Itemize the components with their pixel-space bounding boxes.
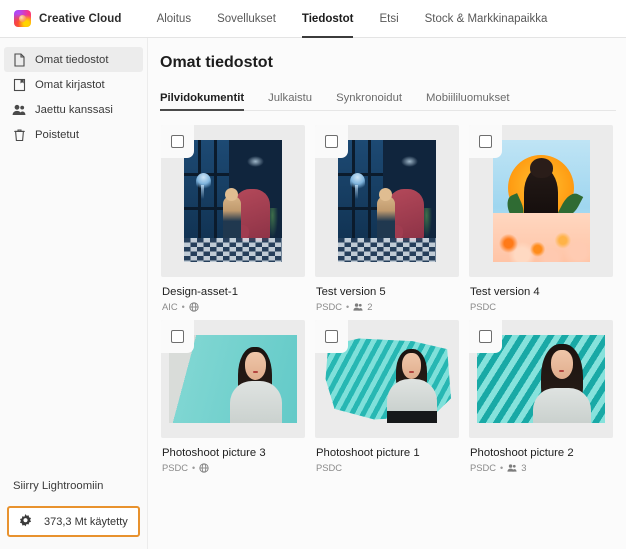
main-content: Omat tiedostot Pilvidokumentit Julkaistu… <box>148 38 626 549</box>
file-thumbnail[interactable] <box>469 125 613 277</box>
people-icon <box>353 302 363 312</box>
checkbox-box <box>325 330 338 343</box>
share-count: 3 <box>521 462 527 473</box>
tab-pilvidokumentit[interactable]: Pilvidokumentit <box>160 92 256 111</box>
meta-separator: • <box>346 301 350 312</box>
sidebar-item-deleted[interactable]: Poistetut <box>4 122 143 147</box>
globe-icon <box>189 301 199 312</box>
file-format: PSDC <box>162 462 189 473</box>
meta-separator: • <box>500 462 504 473</box>
brand-name: Creative Cloud <box>39 12 122 25</box>
file-meta: PSDC <box>470 301 613 312</box>
file-format: PSDC <box>316 462 343 473</box>
checkbox-box <box>479 330 492 343</box>
file-select-checkbox[interactable] <box>315 320 348 353</box>
nav-link-etsi[interactable]: Etsi <box>366 0 411 37</box>
sidebar-item-label: Jaettu kanssasi <box>35 103 113 116</box>
file-thumbnail[interactable] <box>315 320 459 438</box>
checkbox-box <box>479 135 492 148</box>
sidebar-item-label: Omat tiedostot <box>35 53 109 66</box>
nav-link-sovellukset[interactable]: Sovellukset <box>204 0 289 37</box>
file-card[interactable]: Test version 4 PSDC <box>469 125 613 312</box>
file-format: PSDC <box>470 462 497 473</box>
globe-icon <box>199 462 209 473</box>
file-format: PSDC <box>316 301 343 312</box>
file-grid: Design-asset-1 AIC • Test version 5 PSDC… <box>160 125 616 473</box>
library-icon <box>12 78 26 92</box>
file-thumbnail[interactable] <box>315 125 459 277</box>
file-card[interactable]: Design-asset-1 AIC • <box>161 125 305 312</box>
file-name: Test version 5 <box>316 286 386 298</box>
tab-julkaistu[interactable]: Julkaistu <box>268 92 324 110</box>
go-to-lightroom-link[interactable]: Siirry Lightroomiin <box>0 480 147 492</box>
file-select-checkbox[interactable] <box>315 125 348 158</box>
sidebar: Omat tiedostot Omat kirjastot Jaettu kan… <box>0 38 148 549</box>
creative-cloud-window: Creative Cloud Aloitus Sovellukset Tiedo… <box>0 0 626 549</box>
file-card[interactable]: Test version 5 PSDC • 2 <box>315 125 459 312</box>
document-icon <box>12 52 26 67</box>
nav-link-tiedostot[interactable]: Tiedostot <box>289 0 367 38</box>
file-format: AIC <box>162 301 178 312</box>
artwork-dark-room <box>338 140 436 262</box>
sidebar-item-my-libraries[interactable]: Omat kirjastot <box>4 72 143 97</box>
file-card[interactable]: Photoshoot picture 1 PSDC <box>315 320 459 473</box>
sidebar-item-shared-with-you[interactable]: Jaettu kanssasi <box>4 97 143 122</box>
file-name: Photoshoot picture 2 <box>470 447 574 459</box>
file-meta: PSDC • 3 <box>470 462 613 473</box>
gear-icon <box>18 514 33 529</box>
file-thumbnail[interactable] <box>161 320 305 438</box>
file-name: Photoshoot picture 3 <box>162 447 266 459</box>
tab-synkronoidut[interactable]: Synkronoidut <box>336 92 414 110</box>
nav-link-stock-marketplace[interactable]: Stock & Markkinapaikka <box>412 0 561 37</box>
sidebar-item-label: Omat kirjastot <box>35 78 105 91</box>
creative-cloud-logo-icon <box>14 10 31 27</box>
sidebar-item-label: Poistetut <box>35 128 79 141</box>
artwork-sun-bust <box>492 140 590 262</box>
file-meta: PSDC <box>316 462 459 473</box>
brand[interactable]: Creative Cloud <box>14 10 122 27</box>
file-select-checkbox[interactable] <box>161 320 194 353</box>
file-thumbnail[interactable] <box>469 320 613 438</box>
primary-nav-links: Aloitus Sovellukset Tiedostot Etsi Stock… <box>144 0 561 38</box>
tab-mobiililuomukset[interactable]: Mobiililuomukset <box>426 92 522 110</box>
file-select-checkbox[interactable] <box>161 125 194 158</box>
file-name: Design-asset-1 <box>162 286 238 298</box>
file-card[interactable]: Photoshoot picture 2 PSDC • 3 <box>469 320 613 473</box>
file-card[interactable]: Photoshoot picture 3 PSDC • <box>161 320 305 473</box>
people-icon <box>507 463 517 473</box>
file-name: Photoshoot picture 1 <box>316 447 420 459</box>
sidebar-item-my-files[interactable]: Omat tiedostot <box>4 47 143 72</box>
file-format: PSDC <box>470 301 497 312</box>
file-name: Test version 4 <box>470 286 540 298</box>
body-area: Omat tiedostot Omat kirjastot Jaettu kan… <box>0 38 626 549</box>
file-select-checkbox[interactable] <box>469 125 502 158</box>
content-tabs: Pilvidokumentit Julkaistu Synkronoidut M… <box>160 92 616 111</box>
storage-usage-label: 373,3 Mt käytetty <box>44 515 128 528</box>
file-meta: AIC • <box>162 301 305 312</box>
file-select-checkbox[interactable] <box>469 320 502 353</box>
file-meta: PSDC • <box>162 462 305 473</box>
storage-usage-button[interactable]: 373,3 Mt käytetty <box>7 506 140 537</box>
top-navigation-bar: Creative Cloud Aloitus Sovellukset Tiedo… <box>0 0 626 38</box>
file-meta: PSDC • 2 <box>316 301 459 312</box>
people-icon <box>12 103 26 117</box>
meta-separator: • <box>192 462 196 473</box>
checkbox-box <box>325 135 338 148</box>
meta-separator: • <box>181 301 185 312</box>
file-thumbnail[interactable] <box>161 125 305 277</box>
nav-link-aloitus[interactable]: Aloitus <box>144 0 205 37</box>
artwork-dark-room <box>184 140 282 262</box>
checkbox-box <box>171 135 184 148</box>
share-count: 2 <box>367 301 373 312</box>
trash-icon <box>12 128 26 142</box>
checkbox-box <box>171 330 184 343</box>
page-title: Omat tiedostot <box>160 54 273 71</box>
